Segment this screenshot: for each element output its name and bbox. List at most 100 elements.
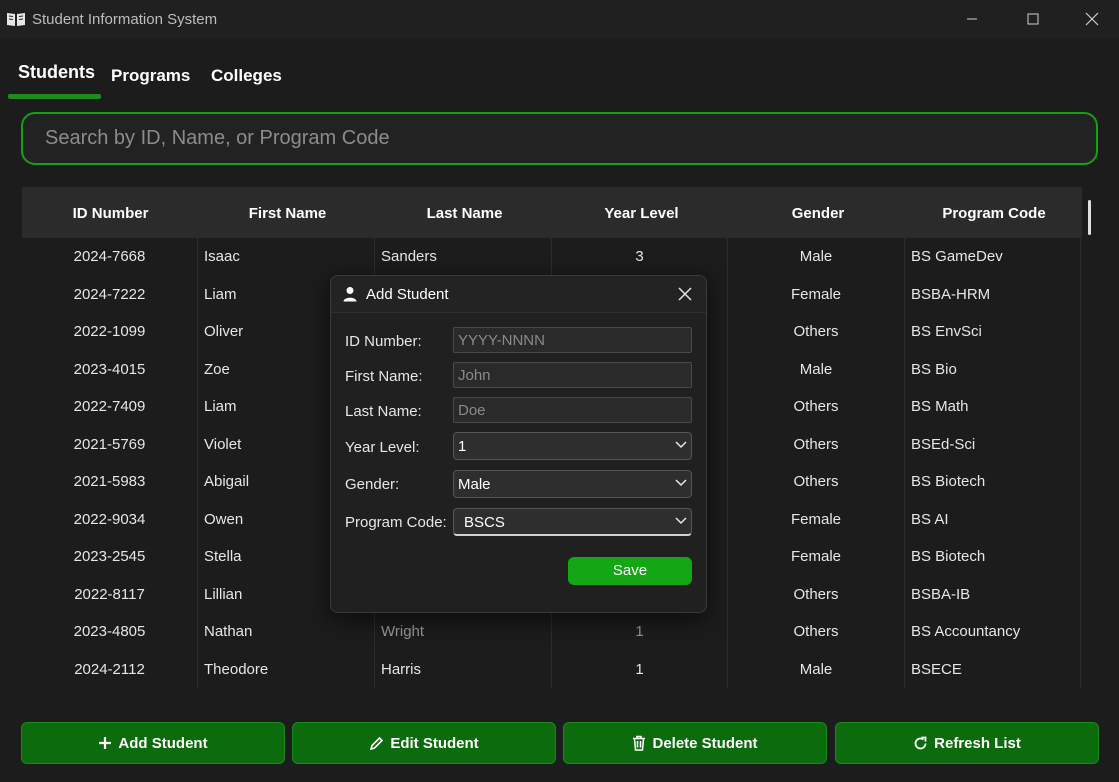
tab-programs[interactable]: Programs bbox=[111, 66, 190, 86]
minimize-button[interactable] bbox=[949, 0, 995, 38]
close-icon[interactable] bbox=[677, 286, 693, 302]
add-student-dialog: Add Student ID Number: First Name: Last … bbox=[330, 275, 707, 613]
maximize-icon bbox=[1027, 13, 1039, 25]
cell-gender: Others bbox=[728, 388, 905, 426]
first-name-label: First Name: bbox=[345, 368, 423, 385]
last-name-label: Last Name: bbox=[345, 403, 422, 420]
program-code-label: Program Code: bbox=[345, 514, 447, 531]
cell-gender: Others bbox=[728, 575, 905, 613]
gender-label: Gender: bbox=[345, 476, 400, 493]
id-number-label: ID Number: bbox=[345, 333, 422, 350]
cell-program-code: BSBA-IB bbox=[905, 575, 1081, 613]
cell-id: 2022-9034 bbox=[22, 500, 198, 538]
cell-last-name: Wright bbox=[375, 613, 552, 651]
cell-id: 2021-5769 bbox=[22, 425, 198, 463]
cell-id: 2022-7409 bbox=[22, 388, 198, 426]
cell-year-level: 1 bbox=[552, 613, 728, 651]
maximize-button[interactable] bbox=[1010, 0, 1056, 38]
cell-id: 2023-2545 bbox=[22, 538, 198, 576]
chevron-down-icon bbox=[675, 517, 687, 525]
dialog-header: Add Student bbox=[331, 276, 706, 313]
close-icon bbox=[1085, 12, 1099, 26]
cell-program-code: BS AI bbox=[905, 500, 1081, 538]
refresh-list-button[interactable]: Refresh List bbox=[835, 722, 1099, 764]
add-student-label: Add Student bbox=[118, 734, 208, 752]
first-name-field[interactable] bbox=[453, 362, 692, 388]
column-header-last-name[interactable]: Last Name bbox=[376, 205, 553, 222]
close-button[interactable] bbox=[1069, 0, 1115, 38]
cell-program-code: BS Accountancy bbox=[905, 613, 1081, 651]
cell-program-code: BS Bio bbox=[905, 350, 1081, 388]
edit-student-label: Edit Student bbox=[390, 734, 479, 752]
search-input[interactable] bbox=[45, 114, 1075, 163]
cell-last-name: Sanders bbox=[375, 238, 552, 276]
add-student-button[interactable]: Add Student bbox=[21, 722, 285, 764]
tab-colleges[interactable]: Colleges bbox=[211, 66, 282, 86]
cell-gender: Others bbox=[728, 463, 905, 501]
year-level-select[interactable]: 1 bbox=[453, 432, 692, 460]
program-code-value: BSCS bbox=[464, 514, 505, 531]
cell-gender: Male bbox=[728, 650, 905, 688]
plus-icon bbox=[99, 737, 112, 749]
trash-icon bbox=[633, 735, 646, 751]
refresh-list-label: Refresh List bbox=[934, 734, 1021, 752]
minimize-icon bbox=[967, 18, 977, 20]
cell-first-name: Isaac bbox=[198, 238, 375, 276]
refresh-icon bbox=[914, 736, 927, 749]
cell-id: 2022-8117 bbox=[22, 575, 198, 613]
cell-gender: Female bbox=[728, 500, 905, 538]
chevron-down-icon bbox=[675, 441, 687, 449]
chevron-down-icon bbox=[675, 479, 687, 487]
cell-gender: Male bbox=[728, 350, 905, 388]
user-icon bbox=[343, 287, 357, 302]
column-header-year-level[interactable]: Year Level bbox=[553, 205, 730, 222]
table-row[interactable]: 2024-2112 Theodore Harris 1 Male BSECE bbox=[22, 650, 1082, 688]
cell-id: 2021-5983 bbox=[22, 463, 198, 501]
delete-student-button[interactable]: Delete Student bbox=[563, 722, 827, 764]
window-title: Student Information System bbox=[32, 11, 218, 28]
pencil-icon bbox=[370, 736, 384, 750]
table-header: ID Number First Name Last Name Year Leve… bbox=[22, 187, 1082, 238]
cell-program-code: BS GameDev bbox=[905, 238, 1081, 276]
cell-first-name: Nathan bbox=[198, 613, 375, 651]
gender-select[interactable]: Male bbox=[453, 470, 692, 498]
edit-student-button[interactable]: Edit Student bbox=[292, 722, 556, 764]
column-header-first-name[interactable]: First Name bbox=[199, 205, 376, 222]
tab-students[interactable]: Students bbox=[18, 62, 95, 83]
cell-id: 2023-4015 bbox=[22, 350, 198, 388]
cell-last-name: Harris bbox=[375, 650, 552, 688]
table-row[interactable]: 2024-7668 Isaac Sanders 3 Male BS GameDe… bbox=[22, 238, 1082, 276]
cell-gender: Female bbox=[728, 538, 905, 576]
tab-bar: Students Programs Colleges bbox=[0, 38, 1119, 100]
last-name-field[interactable] bbox=[453, 397, 692, 423]
column-header-gender[interactable]: Gender bbox=[730, 205, 906, 222]
column-header-id[interactable]: ID Number bbox=[22, 205, 199, 222]
cell-gender: Female bbox=[728, 275, 905, 313]
table-row[interactable]: 2023-4805 Nathan Wright 1 Others BS Acco… bbox=[22, 613, 1082, 651]
action-bar: Add Student Edit Student Delete Student … bbox=[0, 722, 1119, 764]
table-scrollbar[interactable] bbox=[1088, 200, 1091, 235]
cell-program-code: BSECE bbox=[905, 650, 1081, 688]
cell-year-level: 1 bbox=[552, 650, 728, 688]
cell-year-level: 3 bbox=[552, 238, 728, 276]
cell-gender: Others bbox=[728, 425, 905, 463]
year-level-value: 1 bbox=[458, 438, 467, 455]
id-number-field[interactable] bbox=[453, 327, 692, 353]
cell-id: 2023-4805 bbox=[22, 613, 198, 651]
cell-gender: Others bbox=[728, 313, 905, 351]
dialog-title: Add Student bbox=[366, 286, 449, 303]
book-icon bbox=[7, 13, 25, 26]
cell-program-code: BS Math bbox=[905, 388, 1081, 426]
cell-first-name: Theodore bbox=[198, 650, 375, 688]
cell-id: 2024-2112 bbox=[22, 650, 198, 688]
delete-student-label: Delete Student bbox=[652, 734, 758, 752]
cell-gender: Others bbox=[728, 613, 905, 651]
column-header-program-code[interactable]: Program Code bbox=[906, 205, 1082, 222]
gender-value: Male bbox=[458, 476, 491, 493]
cell-program-code: BS Biotech bbox=[905, 463, 1081, 501]
year-level-label: Year Level: bbox=[345, 439, 420, 456]
cell-id: 2024-7668 bbox=[22, 238, 198, 276]
save-button[interactable]: Save bbox=[568, 557, 692, 585]
program-code-select[interactable]: BSCS bbox=[453, 508, 692, 536]
cell-program-code: BS Biotech bbox=[905, 538, 1081, 576]
